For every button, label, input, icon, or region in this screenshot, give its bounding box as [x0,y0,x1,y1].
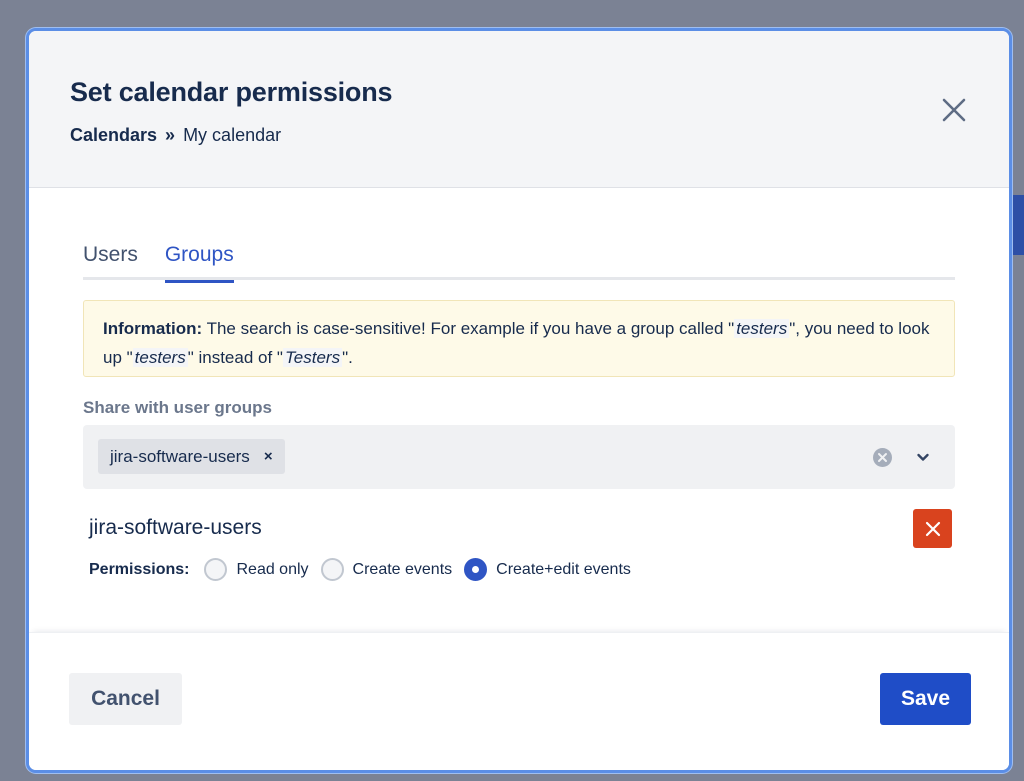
chip-remove-icon[interactable]: × [264,448,273,465]
chevron-down-icon[interactable] [915,449,931,465]
group-entry-name: jira-software-users [89,516,262,539]
breadcrumb-current: My calendar [183,125,282,145]
group-select[interactable]: jira-software-users × [83,425,955,489]
modal-body: Users Groups Information: The search is … [29,188,1009,635]
breadcrumb-root[interactable]: Calendars [70,125,157,146]
radio-button-checked[interactable] [464,558,488,581]
info-term: testers [734,319,790,338]
modal-footer: Cancel Save [29,632,1009,770]
delete-x-icon [925,521,940,536]
radio-label: Read only [236,560,309,578]
tab-users[interactable]: Users [83,240,138,280]
radio-label: Create events [352,560,453,578]
selected-group-chip: jira-software-users × [98,439,285,474]
info-text: The search is case-sensitive! For exampl… [202,319,735,338]
modal-header: Set calendar permissions Calendars » My … [29,31,1009,188]
info-label: Information: [103,319,203,338]
radio-create-events[interactable]: Create events [320,558,453,581]
radio-create-edit-events[interactable]: Create+edit events [464,558,631,581]
permissions-label: Permissions: [89,560,190,578]
info-message: Information: The search is case-sensitiv… [83,300,955,377]
info-term: testers [132,348,188,367]
radio-button[interactable] [204,558,228,581]
tab-groups[interactable]: Groups [164,240,234,283]
info-text: " instead of " [187,348,283,367]
breadcrumb-separator: » [165,125,176,145]
breadcrumb: Calendars » My calendar [70,125,281,146]
save-button[interactable]: Save [880,673,971,725]
tab-bar: Users Groups [83,240,955,283]
info-text: ". [342,348,353,367]
share-groups-label: Share with user groups [83,398,272,417]
delete-group-button[interactable] [913,509,952,548]
modal-title: Set calendar permissions [70,77,393,107]
radio-button[interactable] [320,558,344,581]
radio-label: Create+edit events [496,560,631,578]
chip-label: jira-software-users [110,446,250,466]
info-term: Testers [282,348,343,367]
clear-icon[interactable] [872,447,893,468]
radio-read-only[interactable]: Read only [204,558,309,581]
permissions-modal: Set calendar permissions Calendars » My … [26,28,1012,773]
cancel-button[interactable]: Cancel [69,673,182,725]
permissions-row: Permissions: Read only Create events Cre… [89,558,643,581]
close-icon[interactable] [939,95,969,125]
